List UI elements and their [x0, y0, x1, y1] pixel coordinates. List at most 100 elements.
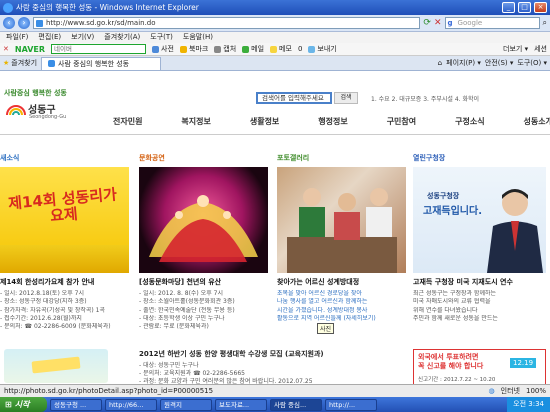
tab-main[interactable]: 사람 중심의 행복한 성동: [41, 56, 162, 70]
naver-logo[interactable]: NAVER: [15, 45, 45, 54]
forward-icon[interactable]: ›: [18, 17, 30, 29]
tab-bar: ★ 즐겨찾기 사람 중심의 행복한 성동 ⌂ 페이지(P) ▾ 안전(S) ▾ 도…: [0, 56, 550, 71]
promo-banner-image[interactable]: [4, 349, 108, 383]
rainbow-icon: [6, 105, 26, 116]
task-item[interactable]: http://66...: [105, 398, 157, 411]
search-field[interactable]: Google: [444, 17, 540, 29]
task-item-active[interactable]: 사람 중심...: [270, 398, 322, 411]
mail-button[interactable]: 메일: [242, 44, 264, 54]
page-menu[interactable]: 페이지(P) ▾: [446, 58, 481, 68]
minimize-button[interactable]: _: [502, 2, 515, 13]
status-bar: http://photo.sd.go.kr/photoDetail.asp?ph…: [0, 384, 550, 397]
address-bar: ‹ › http://www.sd.go.kr/sd/main.do ⟳ ✕ G…: [0, 15, 550, 32]
mayor-title: 성동구청장: [427, 192, 460, 200]
mayor-banner[interactable]: 성동구청장 고재득입니다.: [413, 167, 546, 273]
nav-civil[interactable]: 전자민원: [113, 116, 142, 128]
site-logo[interactable]: 사람중심 행복한 성동 성동구 Seongdong-Gu: [4, 88, 84, 126]
task-item[interactable]: 원격지: [160, 398, 212, 411]
section-title[interactable]: 포토갤러리: [277, 153, 406, 163]
search-icon[interactable]: ⌕: [543, 18, 547, 28]
poster-title: 제14회 성동리가요제: [7, 185, 118, 226]
menu-file[interactable]: 파일(F): [6, 32, 28, 43]
dictionary-button[interactable]: 사전: [152, 44, 174, 54]
favorites-button[interactable]: ★ 즐겨찾기: [3, 58, 37, 68]
more-button[interactable]: 더보기 ▾: [503, 44, 528, 54]
zoom-level[interactable]: 100%: [526, 387, 546, 395]
close-toolbar-icon[interactable]: ✕: [3, 45, 9, 53]
ie-icon: [3, 2, 13, 13]
send-button[interactable]: 보내기: [308, 44, 337, 54]
section-photo: 포토갤러리 찾아가는 어르신 성계방대정 초복을 맞아 어르신 경로당을 찾아 …: [277, 153, 406, 334]
bookmark-icon: [179, 45, 187, 53]
notice-sub3: - 과정: 문화 교양과 구민 여러분의 많은 참여 바랍니다. 2012.07…: [139, 378, 313, 384]
section-mayor: 열린구청장 성동구청장 고재득입니다. 고재득 구청장 미국 지재도시 연수 최…: [413, 153, 546, 323]
notice-title[interactable]: 2012년 하반기 성동 한양 평생대학 수강생 모집 (교육지원과): [139, 349, 409, 359]
url-field[interactable]: http://www.sd.go.kr/sd/main.do: [33, 17, 421, 29]
naver-search-input[interactable]: 네이버: [51, 44, 147, 54]
news-headline[interactable]: 제14회 한성리가요제 참가 안내: [0, 277, 129, 287]
start-button[interactable]: ⊞ 시작: [0, 397, 47, 412]
menu-favorites[interactable]: 즐겨찾기(A): [104, 32, 140, 43]
main-nav: 전자민원 복지정보 생활정보 행정정보 구민참여 구정소식 성동소개: [113, 116, 550, 128]
photo-gallery-image[interactable]: [277, 167, 406, 273]
nav-participation[interactable]: 구민참여: [387, 116, 416, 128]
section-title[interactable]: 문화공연: [139, 153, 268, 163]
site-search-input[interactable]: 검색어를 입력해주세요: [256, 92, 332, 104]
close-button[interactable]: ×: [534, 2, 547, 13]
task-item[interactable]: 보도자료...: [215, 398, 267, 411]
safety-menu[interactable]: 안전(S) ▾: [485, 58, 514, 68]
bookmark-button[interactable]: 북마크: [179, 44, 208, 54]
photo-headline[interactable]: 찾아가는 어르신 성계방대정: [277, 277, 406, 287]
photo-body: 초복을 맞아 어르신 경로당을 찾아 나눔 행사를 열고 어르신과 함께하는 시…: [277, 290, 376, 322]
culture-image[interactable]: [139, 167, 268, 273]
memo-button[interactable]: 메모: [270, 44, 292, 54]
nav-admin[interactable]: 행정정보: [318, 116, 347, 128]
menu-help[interactable]: 도움말(H): [183, 32, 213, 43]
mayor-headline[interactable]: 고재득 구청장 미국 지재도시 연수: [413, 277, 546, 287]
window-titlebar: 사람 중심의 행복한 성동 - Windows Internet Explore…: [0, 0, 550, 15]
news-poster-image[interactable]: 제14회 성동리가요제: [0, 167, 129, 273]
tools-menu[interactable]: 도구(O) ▾: [517, 58, 547, 68]
menu-view[interactable]: 보기(V): [71, 32, 94, 43]
culture-headline[interactable]: [성동문화마당] 천년의 유산: [139, 277, 268, 287]
system-clock[interactable]: 오전 3:34: [507, 397, 550, 412]
naver-toolbar: ✕ NAVER 네이버 사전 북마크 캡처 메일 메모 0 보내기 더보기 ▾ …: [0, 43, 550, 56]
nav-life[interactable]: 생활정보: [250, 116, 279, 128]
vote-banner[interactable]: 외국에서 투표하려면 꼭 신고를 해야 합니다 12.19 신고기간 : 201…: [413, 349, 546, 384]
home-icon[interactable]: ⌂: [438, 59, 442, 67]
nav-about[interactable]: 성동소개: [524, 116, 550, 128]
back-icon[interactable]: ‹: [3, 17, 15, 29]
nav-divider: [0, 134, 550, 135]
refresh-icon[interactable]: ⟳: [423, 18, 431, 28]
vote-period: 신고기간 : 2012.7.22 ~ 10.20: [418, 377, 496, 383]
nav-welfare[interactable]: 복지정보: [181, 116, 210, 128]
capture-button[interactable]: 캡처: [214, 44, 236, 54]
mayor-body: 최근 성동구는 구청장과 함께하는 미국 자매도시와의 교류 협력을 위해 연수…: [413, 290, 498, 322]
nav-news[interactable]: 구정소식: [455, 116, 484, 128]
popular-keywords[interactable]: 1. 수요 2. 대규모증 3. 주부시설 4. 화학이: [371, 94, 547, 103]
site-search-button[interactable]: 검색: [334, 92, 358, 104]
section-title[interactable]: 열린구청장: [413, 153, 546, 163]
globe-icon: ◍: [488, 387, 495, 395]
windows-flag-icon: ⊞: [5, 400, 12, 409]
stop-icon[interactable]: ✕: [434, 18, 442, 28]
memo-icon: [270, 45, 278, 53]
dictionary-icon: [152, 45, 160, 53]
mail-icon: [242, 45, 250, 53]
zone-label: 인터넷: [500, 387, 520, 395]
mayor-name: 고재득입니다.: [423, 206, 482, 217]
section-news: 새소식 제14회 성동리가요제 제14회 한성리가요제 참가 안내 - 일시: …: [0, 153, 129, 331]
counter-badge: 0: [297, 45, 303, 53]
task-item[interactable]: http://...: [325, 398, 377, 411]
menu-tools[interactable]: 도구(T): [150, 32, 173, 43]
menu-edit[interactable]: 편집(E): [38, 32, 61, 43]
vote-date: 12.19: [510, 358, 537, 368]
session-button[interactable]: 세션: [534, 44, 547, 54]
maximize-button[interactable]: □: [518, 2, 531, 13]
web-page: 사람중심 행복한 성동 성동구 Seongdong-Gu 검색어를 입력해주세요…: [0, 71, 550, 384]
task-item[interactable]: 성동구청 ...: [50, 398, 102, 411]
dancers-illustration: [149, 195, 258, 262]
send-icon: [308, 45, 316, 53]
vote-line2: 꼭 신고를 해야 합니다: [418, 362, 484, 370]
section-title[interactable]: 새소식: [0, 153, 129, 163]
